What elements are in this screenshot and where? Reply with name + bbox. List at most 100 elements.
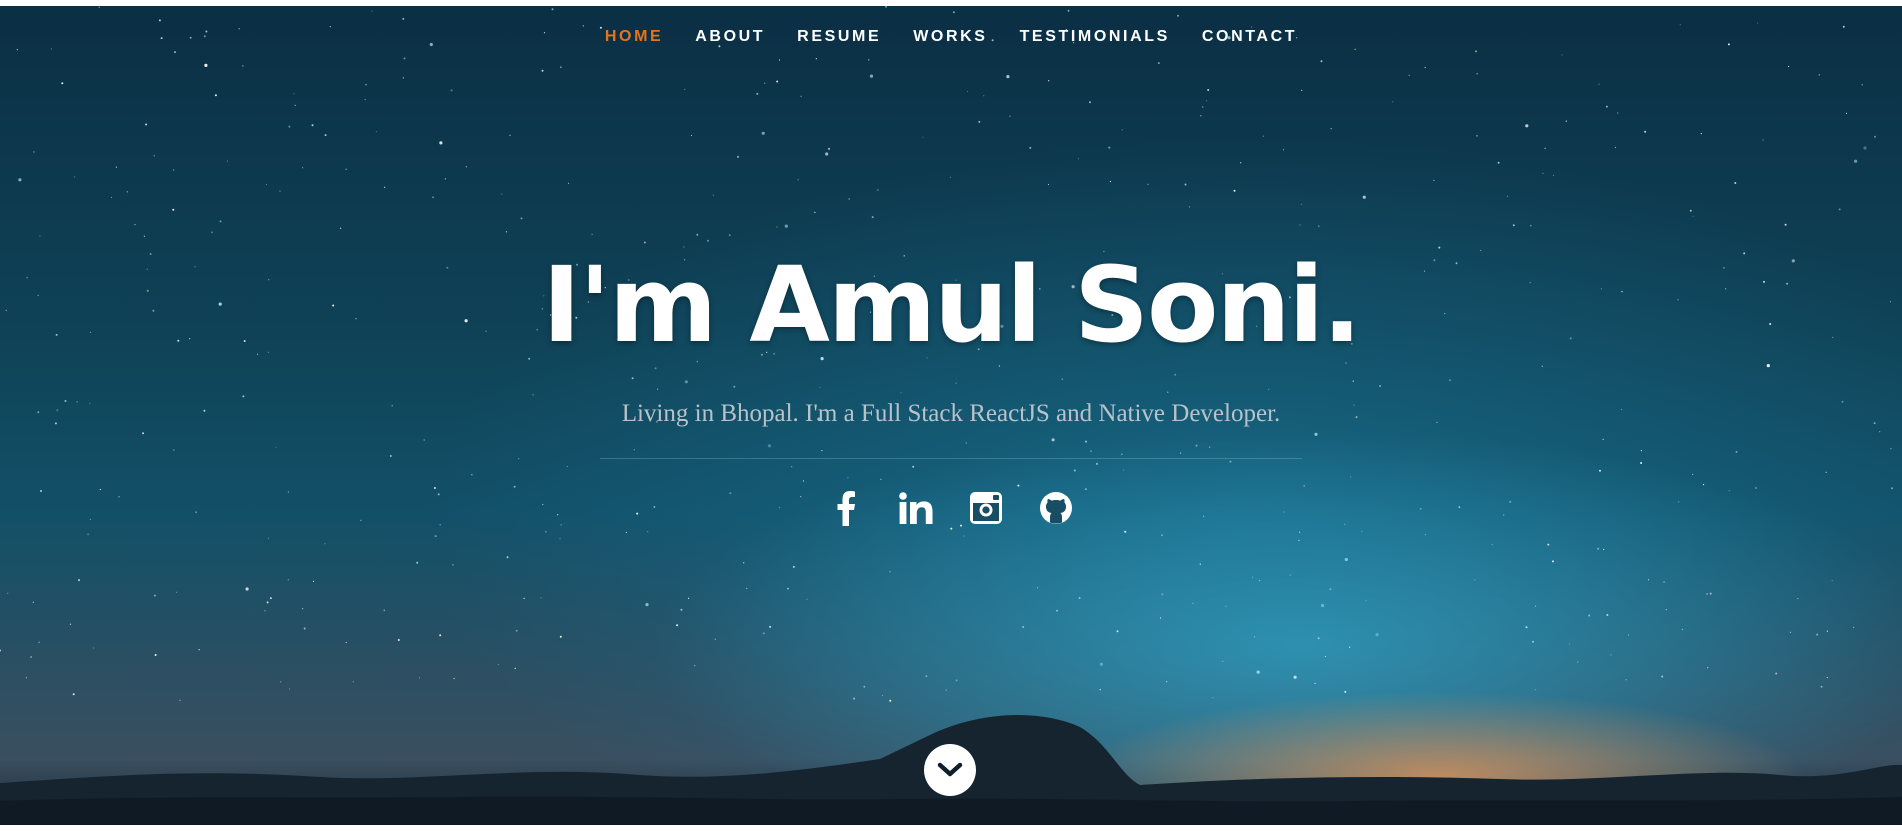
star <box>134 224 136 226</box>
star <box>1530 225 1532 227</box>
star <box>518 458 520 460</box>
star <box>506 556 509 559</box>
star <box>1225 605 1227 607</box>
star <box>1627 634 1630 636</box>
nav-works[interactable]: WORKS <box>913 28 987 46</box>
star <box>312 580 315 583</box>
star <box>1157 62 1160 65</box>
star <box>1597 547 1600 550</box>
star <box>900 392 902 394</box>
star <box>1826 630 1828 632</box>
star <box>340 227 342 229</box>
star <box>145 123 148 126</box>
star <box>174 51 176 54</box>
star <box>1661 675 1664 678</box>
nav-about[interactable]: ABOUT <box>695 28 765 46</box>
star <box>762 632 765 635</box>
star <box>746 587 748 589</box>
star <box>93 647 95 649</box>
star <box>384 186 386 188</box>
star <box>87 533 90 536</box>
star <box>1706 593 1708 595</box>
star <box>1861 84 1863 86</box>
star <box>541 69 544 72</box>
star <box>1324 655 1326 658</box>
nav-resume[interactable]: RESUME <box>797 28 881 46</box>
star <box>1599 469 1601 472</box>
star <box>439 141 443 145</box>
star <box>1433 179 1435 181</box>
facebook-icon[interactable] <box>828 488 864 528</box>
star <box>1854 159 1858 163</box>
star <box>540 597 542 599</box>
star <box>78 579 80 582</box>
star <box>505 231 508 233</box>
star <box>1017 484 1020 487</box>
star <box>761 131 765 135</box>
star <box>1354 48 1356 50</box>
star <box>949 176 952 178</box>
star <box>1506 195 1509 197</box>
star <box>1606 614 1609 616</box>
star <box>591 233 593 235</box>
star <box>509 134 511 136</box>
star <box>567 182 570 184</box>
star <box>1314 432 1318 436</box>
star <box>1734 182 1737 184</box>
star <box>288 125 291 128</box>
star <box>1090 450 1092 453</box>
star <box>172 208 175 211</box>
star <box>452 564 454 566</box>
star <box>1797 598 1799 600</box>
star <box>791 466 793 468</box>
star <box>126 191 128 193</box>
star <box>676 624 679 627</box>
star <box>110 196 113 198</box>
star <box>375 131 377 133</box>
star <box>1603 548 1605 551</box>
star <box>1890 448 1892 450</box>
star <box>32 601 34 603</box>
star <box>397 639 400 641</box>
star <box>1047 183 1050 186</box>
scroll-down-button[interactable] <box>924 744 976 796</box>
star <box>514 667 516 670</box>
star <box>1077 158 1080 160</box>
star <box>287 579 289 581</box>
star <box>1617 112 1619 114</box>
star <box>303 627 306 630</box>
star <box>1838 208 1841 211</box>
star <box>848 198 850 200</box>
star <box>1078 597 1081 599</box>
star <box>680 608 683 611</box>
star <box>1831 579 1833 582</box>
nav-home[interactable]: HOME <box>605 28 663 46</box>
hero-headline: I'm Amul Soni. <box>542 244 1361 366</box>
star <box>684 88 686 90</box>
star <box>265 183 267 186</box>
star <box>847 477 849 479</box>
star <box>1303 485 1305 487</box>
instagram-icon[interactable] <box>968 488 1004 528</box>
star <box>1299 531 1301 533</box>
star <box>1121 453 1123 455</box>
star <box>38 641 40 643</box>
star <box>1268 388 1270 390</box>
nav-testimonials[interactable]: TESTIMONIALS <box>1020 28 1170 46</box>
star <box>1640 450 1642 452</box>
nav-contact[interactable]: CONTACT <box>1202 28 1297 46</box>
star <box>1006 75 1010 79</box>
star <box>1329 588 1332 591</box>
star <box>712 194 714 196</box>
star <box>1512 224 1515 227</box>
star <box>365 84 367 86</box>
star <box>868 59 870 61</box>
github-icon[interactable] <box>1038 488 1074 528</box>
linkedin-icon[interactable] <box>898 488 934 528</box>
star <box>471 474 473 476</box>
star <box>1679 24 1681 26</box>
star <box>1344 690 1347 693</box>
star <box>1625 679 1627 681</box>
star <box>1036 587 1039 589</box>
star <box>226 160 228 162</box>
